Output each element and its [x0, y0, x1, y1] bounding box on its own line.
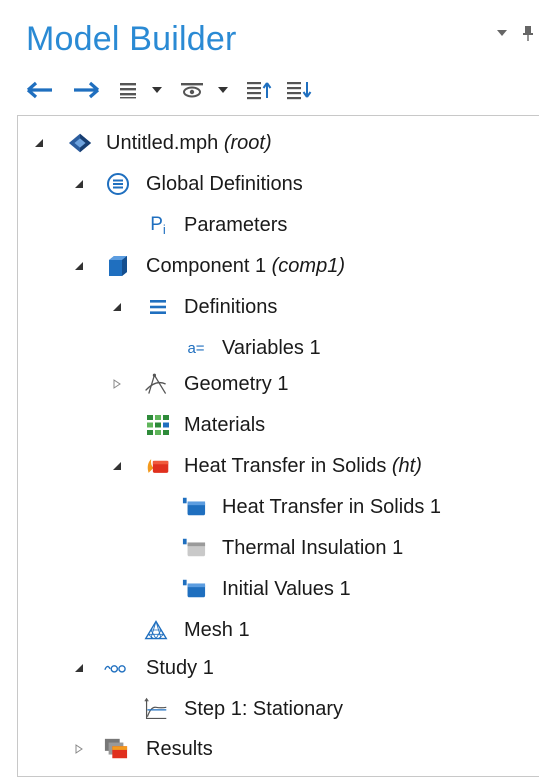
- forward-arrow-icon[interactable]: [72, 78, 100, 102]
- expanded-arrow-icon[interactable]: [72, 177, 86, 191]
- study-icon: [104, 656, 128, 680]
- results-icon: [104, 737, 128, 761]
- tree-item-label: Untitled.mph: [106, 131, 219, 154]
- tree-item-label: Initial Values 1: [222, 577, 351, 600]
- domain-node-icon: [182, 495, 206, 519]
- list-view-icon[interactable]: [118, 78, 138, 102]
- stationary-step-icon: [144, 697, 168, 721]
- definitions-icon: [146, 295, 170, 319]
- model-root-icon: [68, 131, 92, 155]
- tree-item-label: Heat Transfer in Solids 1: [222, 495, 441, 518]
- parameters-icon: Pi: [150, 214, 166, 237]
- list-view-dropdown-icon[interactable]: [152, 78, 162, 102]
- panel-menu-icon[interactable]: [495, 26, 509, 40]
- collapse-all-icon[interactable]: [246, 78, 272, 102]
- tree-item-label: Study 1: [146, 656, 214, 679]
- geometry-icon: [144, 372, 168, 396]
- back-arrow-icon[interactable]: [26, 78, 54, 102]
- expanded-arrow-icon[interactable]: [110, 459, 124, 473]
- tree-item-label: Geometry 1: [184, 372, 289, 395]
- tree-item-label: Step 1: Stationary: [184, 697, 343, 720]
- expanded-arrow-icon[interactable]: [72, 259, 86, 273]
- global-definitions-icon: [106, 172, 130, 196]
- model-tree: Untitled.mph (root) Global Definitions P…: [17, 115, 539, 777]
- variables-icon: a=: [187, 339, 205, 357]
- boundary-node-icon: [182, 536, 206, 560]
- tree-item-label: Global Definitions: [146, 172, 303, 195]
- tree-item-label: Definitions: [184, 295, 278, 318]
- expanded-arrow-icon[interactable]: [110, 300, 124, 314]
- collapsed-arrow-icon[interactable]: [72, 742, 86, 756]
- collapsed-arrow-icon[interactable]: [110, 377, 124, 391]
- tree-item-label: Component 1: [146, 254, 267, 277]
- materials-icon: [146, 413, 170, 437]
- mesh-icon: [144, 618, 168, 642]
- tree-item-label: Materials: [184, 413, 266, 436]
- component-icon: [106, 254, 130, 278]
- tree-item-tag: (root): [223, 131, 272, 154]
- domain-node-icon: [182, 577, 206, 601]
- toolbar: [26, 78, 330, 102]
- panel-controls: [495, 26, 535, 41]
- tree-item-tag: (comp1): [271, 254, 345, 277]
- tree-item-label: Thermal Insulation 1: [222, 536, 404, 559]
- tree-item-label: Mesh 1: [184, 618, 250, 641]
- heat-transfer-icon: [146, 454, 170, 478]
- tree-item-label: Heat Transfer in Solids: [184, 454, 387, 477]
- tree-item-label: Parameters: [184, 213, 288, 236]
- expanded-arrow-icon[interactable]: [32, 136, 46, 150]
- panel-title: Model Builder: [26, 20, 237, 58]
- model-builder-panel: Model Builder Untitled.mph (root) Global…: [0, 0, 541, 779]
- expanded-arrow-icon[interactable]: [72, 661, 86, 675]
- tree-item-label: Variables 1: [222, 336, 321, 359]
- pin-icon[interactable]: [521, 26, 535, 41]
- show-options-icon[interactable]: [180, 78, 204, 102]
- tree-item-label: Results: [146, 737, 213, 760]
- expand-all-icon[interactable]: [286, 78, 312, 102]
- tree-item-tag: (ht): [391, 454, 422, 477]
- show-options-dropdown-icon[interactable]: [218, 78, 228, 102]
